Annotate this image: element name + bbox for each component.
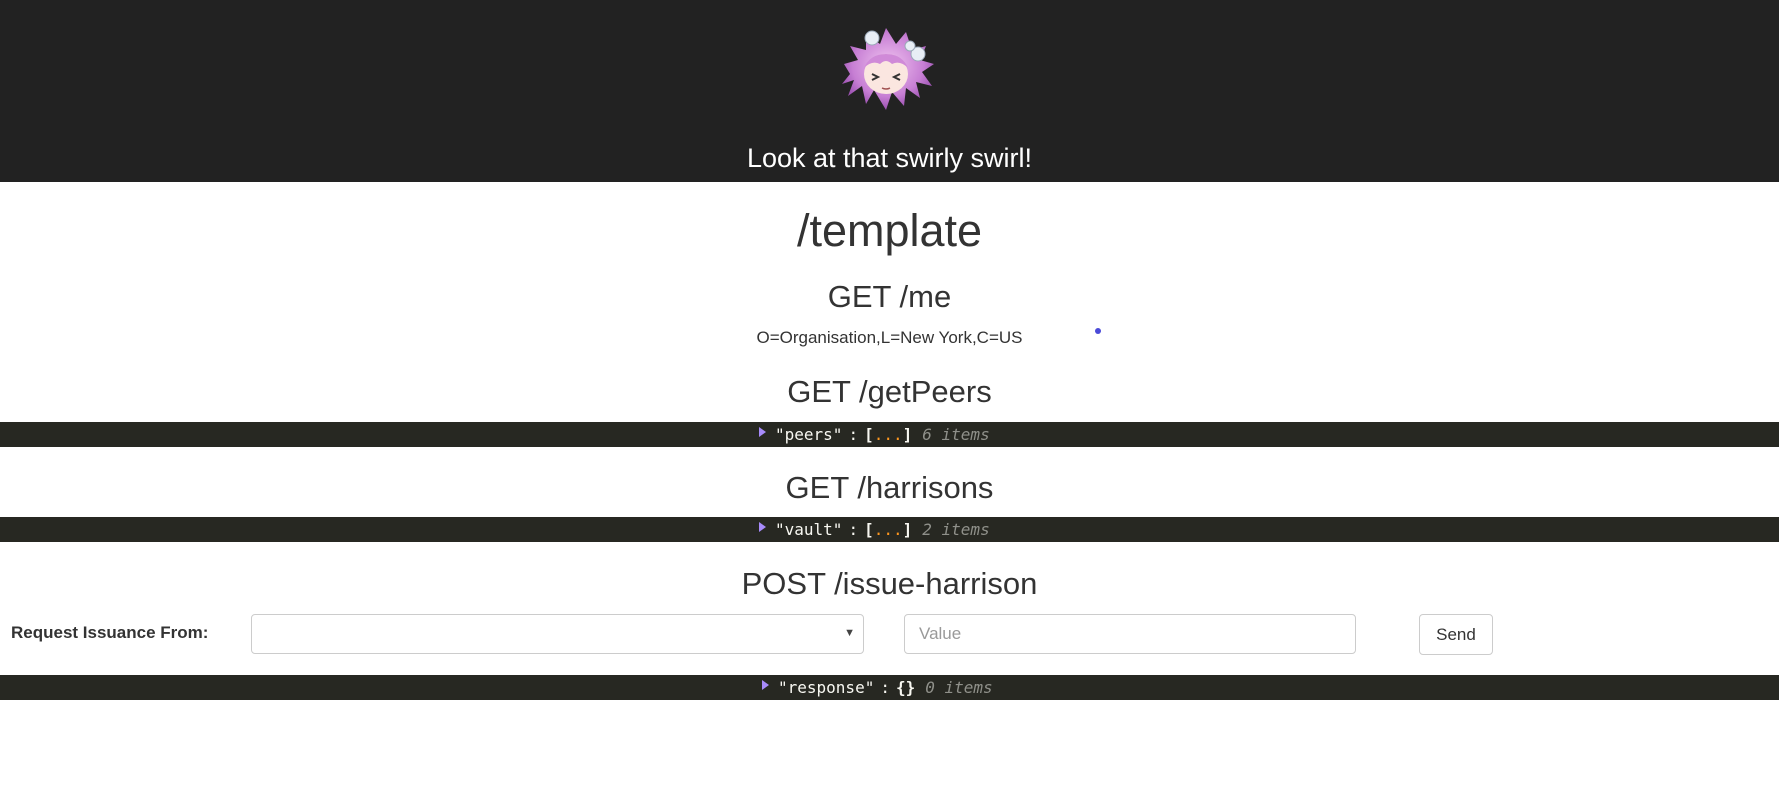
page-title: /template: [796, 205, 983, 256]
peers-json-node[interactable]: "peers": [...] 6 items: [759, 422, 990, 447]
json-colon: :: [848, 520, 859, 539]
me-identity-text: O=Organisation,L=New York,C=US: [756, 328, 1023, 347]
expand-caret-icon[interactable]: [762, 680, 769, 690]
get-peers-title: GET /getPeers: [787, 374, 992, 409]
json-open-bracket: [: [864, 425, 874, 444]
json-key: "peers": [775, 425, 843, 444]
vault-json-node[interactable]: "vault": [...] 2 items: [759, 517, 990, 542]
issuer-select[interactable]: ▼: [251, 614, 864, 654]
json-braces: {}: [895, 678, 916, 697]
expand-caret-icon[interactable]: [759, 427, 766, 437]
json-key: "vault": [775, 520, 843, 539]
json-close-bracket: ]: [902, 425, 913, 444]
json-key: "response": [778, 678, 875, 697]
cursor-dot: [1095, 328, 1101, 334]
peers-json-viewer: "peers": [...] 6 items: [0, 422, 1779, 447]
json-open-bracket: [: [864, 520, 874, 539]
chevron-down-icon: ▼: [844, 627, 855, 639]
json-ellipsis: ...: [873, 425, 903, 444]
json-close-bracket: ]: [902, 520, 913, 539]
send-button[interactable]: Send: [1419, 614, 1493, 655]
post-issue-harrison-title: POST /issue-harrison: [741, 566, 1038, 601]
anime-girl-logo-icon: [842, 28, 934, 110]
value-input[interactable]: [904, 614, 1356, 654]
vault-json-viewer: "vault": [...] 2 items: [0, 517, 1779, 542]
header: Look at that swirly swirl!: [0, 0, 1779, 182]
response-json-viewer: "response": {} 0 items: [0, 675, 1779, 700]
json-item-count: 0 items: [925, 678, 993, 697]
tagline: Look at that swirly swirl!: [746, 143, 1033, 173]
json-colon: :: [880, 678, 890, 697]
response-json-node[interactable]: "response": {} 0 items: [762, 675, 993, 700]
request-issuance-label: Request Issuance From:: [11, 623, 209, 642]
expand-caret-icon[interactable]: [759, 522, 766, 532]
json-item-count: 6 items: [922, 425, 990, 444]
get-me-title: GET /me: [827, 279, 952, 314]
json-colon: :: [848, 425, 859, 444]
json-ellipsis: ...: [873, 520, 903, 539]
get-harrisons-title: GET /harrisons: [785, 470, 994, 505]
json-item-count: 2 items: [922, 520, 990, 539]
